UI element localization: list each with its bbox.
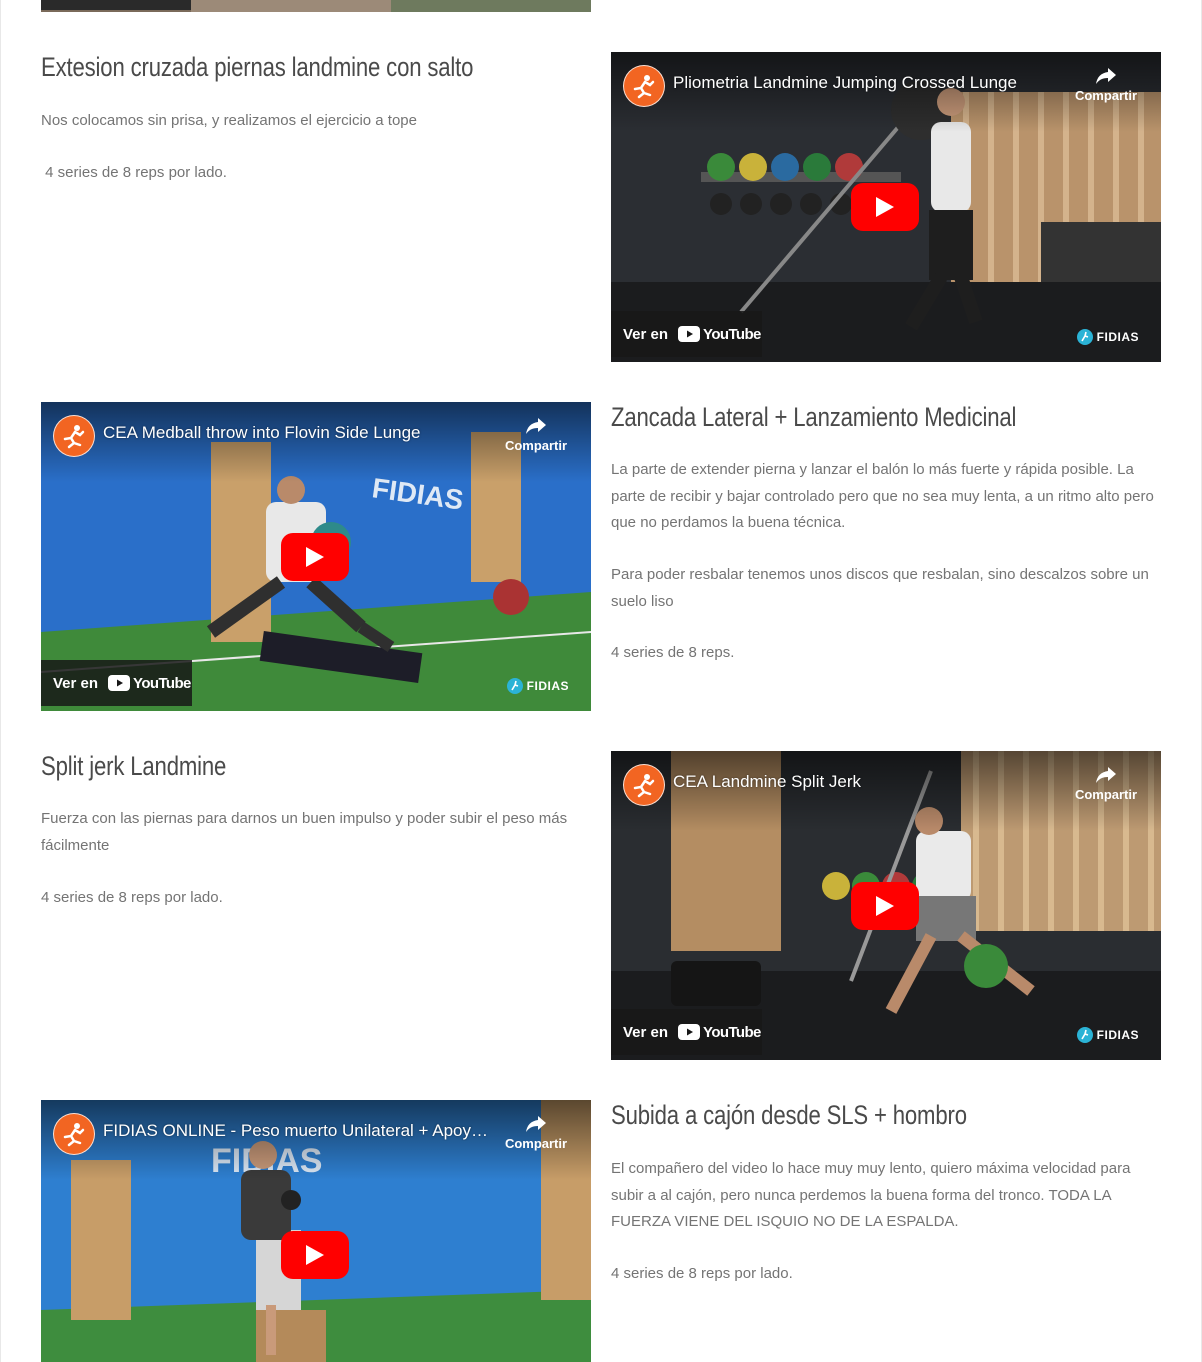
exercise-description: Fuerza con las piernas para darnos un bu… [41, 810, 568, 854]
fidias-watermark: FIDIAS [1076, 328, 1139, 346]
runner-logo-icon [633, 774, 655, 798]
youtube-wordmark: YouTube [703, 325, 761, 343]
watch-on-label: Ver en [623, 325, 669, 343]
video-embed[interactable]: FIDIAS CEA Medball throw into Flovin Sid… [41, 402, 591, 711]
watch-on-youtube-button[interactable]: Ver en YouTube [41, 660, 192, 706]
video-title[interactable]: CEA Medball throw into Flovin Side Lunge [103, 423, 493, 443]
exercise-title: Split jerk Landmine [41, 751, 227, 781]
exercise-description: El compañero del video lo hace muy muy l… [611, 1160, 1131, 1230]
video-title[interactable]: FIDIAS ONLINE - Peso muerto Unilateral +… [103, 1121, 493, 1141]
runner-logo-icon [63, 1123, 85, 1147]
play-icon [876, 197, 894, 217]
channel-avatar[interactable] [53, 1113, 95, 1155]
play-button[interactable] [281, 1231, 349, 1279]
fidias-logo-icon [1076, 1027, 1093, 1043]
video-embed[interactable]: Pliometria Landmine Jumping Crossed Lung… [611, 52, 1161, 362]
play-button[interactable] [281, 533, 349, 581]
watch-on-label: Ver en [53, 674, 99, 692]
share-label: Compartir [504, 1136, 568, 1151]
youtube-logo: YouTube [678, 326, 761, 343]
fidias-watermark-text: FIDIAS [1096, 330, 1139, 344]
share-button[interactable]: Compartir [503, 416, 569, 453]
share-label: Compartir [1074, 88, 1138, 103]
exercise-note: Para poder resbalar tenemos unos discos … [611, 566, 1149, 610]
exercise-description: La parte de extender pierna y lanzar el … [611, 461, 1154, 531]
play-icon [876, 896, 894, 916]
video-embed[interactable]: FIDIAS FIDIAS ONLINE - Peso muerto Unila… [41, 1100, 591, 1362]
youtube-play-icon [678, 1024, 701, 1040]
page-border [0, 0, 1, 1362]
youtube-wordmark: YouTube [703, 1023, 761, 1041]
channel-avatar[interactable] [623, 65, 665, 107]
youtube-play-icon [678, 326, 701, 342]
youtube-logo: YouTube [678, 1024, 761, 1041]
fidias-watermark-text: FIDIAS [526, 679, 569, 693]
play-button[interactable] [851, 183, 919, 231]
youtube-play-icon [108, 675, 131, 691]
fidias-logo-icon [506, 678, 523, 694]
video-embed-partial[interactable] [41, 0, 591, 12]
video-embed[interactable]: CEA Landmine Split Jerk Compartir Ver en… [611, 751, 1161, 1060]
video-title[interactable]: CEA Landmine Split Jerk [673, 772, 1063, 792]
play-icon [306, 547, 324, 567]
youtube-logo: YouTube [108, 675, 191, 692]
watch-on-label: Ver en [623, 1023, 669, 1041]
youtube-wordmark: YouTube [133, 674, 191, 692]
channel-avatar[interactable] [623, 764, 665, 806]
runner-logo-icon [63, 425, 85, 449]
runner-logo-icon [633, 75, 655, 99]
share-label: Compartir [1074, 787, 1138, 802]
play-button[interactable] [851, 882, 919, 930]
share-button[interactable]: Compartir [1073, 66, 1139, 103]
share-arrow-icon [526, 418, 546, 434]
share-button[interactable]: Compartir [503, 1114, 569, 1151]
share-arrow-icon [1096, 767, 1116, 783]
exercise-sets: 4 series de 8 reps por lado. [41, 164, 227, 181]
share-arrow-icon [1096, 68, 1116, 84]
fidias-watermark: FIDIAS [506, 677, 569, 695]
share-label: Compartir [504, 438, 568, 453]
fidias-logo-icon [1076, 329, 1093, 345]
exercise-description: Nos colocamos sin prisa, y realizamos el… [41, 112, 417, 129]
exercise-title: Zancada Lateral + Lanzamiento Medicinal [611, 402, 1017, 432]
video-title[interactable]: Pliometria Landmine Jumping Crossed Lung… [673, 73, 1063, 93]
fidias-watermark-text: FIDIAS [1096, 1028, 1139, 1042]
share-button[interactable]: Compartir [1073, 765, 1139, 802]
play-icon [306, 1245, 324, 1265]
exercise-sets: 4 series de 8 reps por lado. [41, 889, 223, 906]
watch-on-youtube-button[interactable]: Ver en YouTube [611, 311, 762, 357]
exercise-title: Subida a cajón desde SLS + hombro [611, 1100, 967, 1130]
share-arrow-icon [526, 1116, 546, 1132]
watch-on-youtube-button[interactable]: Ver en YouTube [611, 1009, 762, 1055]
video-thumbnail [41, 0, 591, 12]
channel-avatar[interactable] [53, 415, 95, 457]
exercise-sets: 4 series de 8 reps por lado. [611, 1265, 793, 1282]
exercise-sets: 4 series de 8 reps. [611, 644, 735, 661]
exercise-title: Extesion cruzada piernas landmine con sa… [41, 52, 474, 82]
fidias-watermark: FIDIAS [1076, 1026, 1139, 1044]
